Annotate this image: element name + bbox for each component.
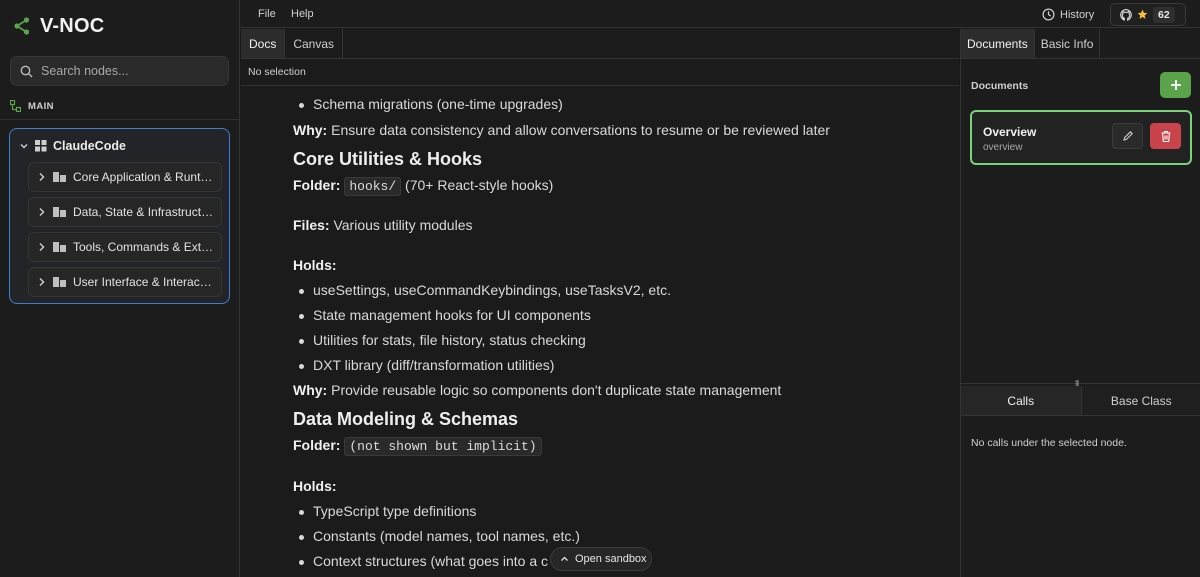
clock-icon: [1042, 8, 1055, 21]
section-heading: Core Utilities & Hooks: [293, 149, 483, 169]
chevron-right-icon[interactable]: [38, 207, 46, 217]
plus-icon: [1170, 80, 1181, 90]
chevron-right-icon[interactable]: [38, 172, 46, 182]
document-content: Schema migrations (one-time upgrades) Wh…: [293, 86, 953, 577]
why-paragraph: Why: Provide reusable logic so component…: [293, 382, 782, 398]
app-title: V-NOC: [40, 14, 105, 37]
chevron-right-icon[interactable]: [38, 277, 46, 287]
branch-label: MAIN: [28, 100, 54, 112]
github-star-button[interactable]: 62: [1110, 3, 1186, 26]
menu-help[interactable]: Help: [291, 8, 314, 20]
open-sandbox-label: Open sandbox: [575, 553, 647, 565]
document-title: Overview: [983, 125, 1037, 139]
tab-documents[interactable]: Documents: [961, 29, 1035, 58]
trash-icon: [1161, 130, 1170, 142]
documents-heading: Documents: [971, 80, 1029, 92]
branch-indicator[interactable]: MAIN: [10, 97, 54, 115]
tree-root-label: ClaudeCode: [53, 139, 126, 153]
search-icon: [20, 65, 33, 77]
menu-file[interactable]: File: [258, 8, 276, 20]
tab-base-class[interactable]: Base Class: [1081, 386, 1200, 416]
list-item: Schema migrations (one-time upgrades): [293, 96, 563, 112]
folder-paragraph: Folder: (not shown but implicit): [293, 437, 542, 456]
tree-item[interactable]: User Interface & Interaction: [28, 267, 222, 297]
bottom-tabs: Calls Base Class: [961, 386, 1200, 416]
node-tree: ClaudeCode Core Application & Runtime Da…: [9, 128, 230, 304]
holds-label: Holds:: [293, 478, 337, 494]
github-icon: [1120, 8, 1132, 21]
divider: [961, 58, 1200, 59]
list-item: useSettings, useCommandKeybindings, useT…: [293, 282, 671, 298]
resize-handle[interactable]: [961, 383, 1200, 384]
tree-item-label: Tools, Commands & Extensions: [73, 240, 215, 254]
brand[interactable]: V-NOC: [14, 12, 104, 40]
folder-paragraph: Folder: hooks/ (70+ React-style hooks): [293, 177, 554, 196]
divider: [0, 119, 239, 120]
share-nodes-icon: [14, 17, 30, 35]
chevron-down-icon[interactable]: [19, 141, 29, 151]
tree-item-label: User Interface & Interaction: [73, 275, 215, 289]
tree-root-node[interactable]: ClaudeCode: [19, 137, 126, 155]
search-box[interactable]: [10, 56, 229, 86]
top-menu-bar: File Help History 62: [240, 0, 1200, 28]
star-icon: [1137, 9, 1148, 19]
right-tabs: Documents Basic Info: [961, 29, 1101, 59]
divider: [241, 58, 959, 59]
history-button[interactable]: History: [1042, 5, 1094, 24]
star-count: 62: [1153, 6, 1175, 23]
list-item: State management hooks for UI components: [293, 307, 591, 323]
open-sandbox-button[interactable]: Open sandbox: [550, 547, 652, 571]
chevron-right-icon[interactable]: [38, 242, 46, 252]
module-icon: [53, 242, 66, 252]
module-icon: [53, 172, 66, 182]
sidebar: V-NOC MAIN ClaudeCode: [0, 0, 240, 577]
selection-status: No selection: [248, 66, 306, 78]
tree-item-label: Core Application & Runtime: [73, 170, 215, 184]
tree-item[interactable]: Core Application & Runtime: [28, 162, 222, 192]
search-input[interactable]: [41, 64, 211, 78]
tree-item[interactable]: Tools, Commands & Extensions: [28, 232, 222, 262]
right-panel: Documents Basic Info Documents Overview …: [960, 29, 1200, 577]
list-item: Context structures (what goes into a c: [293, 553, 548, 569]
tab-canvas[interactable]: Canvas: [285, 29, 344, 58]
section-heading: Data Modeling & Schemas: [293, 409, 519, 429]
module-icon: [53, 207, 66, 217]
list-item: TypeScript type definitions: [293, 503, 476, 519]
add-document-button[interactable]: [1160, 72, 1191, 98]
tree-item-label: Data, State & Infrastructure: [73, 205, 215, 219]
docs-tabs: Docs Canvas: [241, 29, 344, 59]
pencil-icon: [1122, 131, 1133, 141]
history-label: History: [1060, 8, 1095, 21]
why-paragraph: Why: Ensure data consistency and allow c…: [293, 122, 830, 138]
module-icon: [53, 277, 66, 287]
files-paragraph: Files: Various utility modules: [293, 217, 473, 233]
delete-document-button[interactable]: [1150, 123, 1181, 149]
document-card[interactable]: Overview overview: [970, 110, 1192, 165]
list-item: Constants (model names, tool names, etc.…: [293, 528, 580, 544]
branch-icon: [10, 100, 21, 112]
document-slug: overview: [983, 142, 1023, 153]
docs-panel: Docs Canvas No selection Schema migratio…: [241, 29, 959, 577]
list-item: Utilities for stats, file history, statu…: [293, 332, 586, 348]
tab-calls[interactable]: Calls: [961, 386, 1082, 416]
calls-empty-message: No calls under the selected node.: [971, 437, 1127, 449]
chevron-up-icon: [561, 556, 568, 561]
grid-icon: [35, 140, 47, 152]
holds-label: Holds:: [293, 257, 337, 273]
edit-document-button[interactable]: [1112, 123, 1143, 149]
tree-item[interactable]: Data, State & Infrastructure: [28, 197, 222, 227]
tab-docs[interactable]: Docs: [241, 29, 286, 58]
tab-basic-info[interactable]: Basic Info: [1035, 29, 1101, 58]
list-item: DXT library (diff/transformation utiliti…: [293, 357, 554, 373]
